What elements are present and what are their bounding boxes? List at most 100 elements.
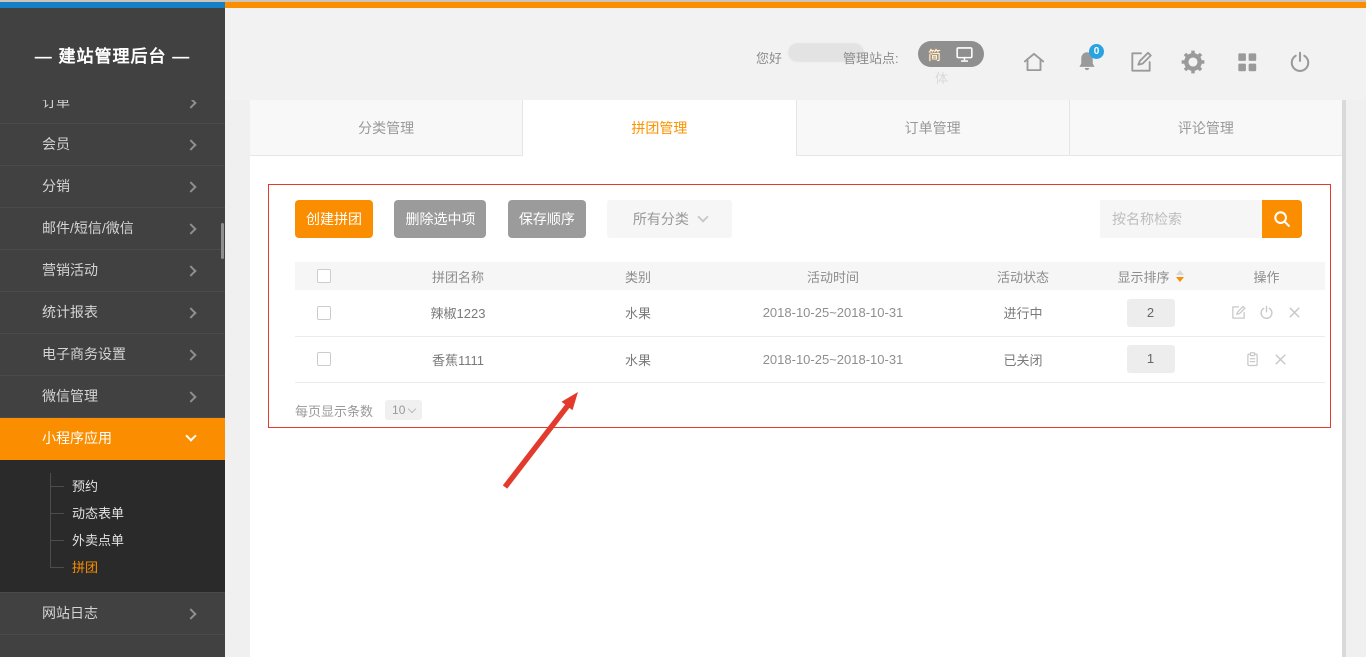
cell-name: 香蕉1111 [353,336,563,382]
delete-selected-button[interactable]: 删除选中项 [394,200,486,238]
search-icon [1271,208,1293,230]
chevron-right-icon [185,139,196,150]
submenu-item-group-buy[interactable]: 拼团 [0,554,225,581]
grid-icon [1234,49,1260,75]
chevron-right-icon [185,265,196,276]
category-filter-label: 所有分类 [633,209,689,229]
chevron-down-icon [185,430,196,441]
home-button[interactable] [1021,49,1047,75]
cell-time: 2018-10-25~2018-10-31 [713,336,953,382]
delete-row-icon[interactable] [1286,304,1303,321]
sidebar-submenu: 预约 动态表单 外卖点单 拼团 [0,460,225,593]
toolbar: 创建拼团 删除选中项 保存顺序 所有分类 [295,200,1302,238]
chevron-right-icon [185,223,196,234]
cell-category: 水果 [563,290,713,336]
col-header-name: 拼团名称 [353,262,563,290]
gear-icon [1180,49,1206,75]
sidebar-item-wechat-management[interactable]: 微信管理 [0,376,225,418]
managed-site-label: 管理站点: [843,48,899,67]
delete-row-icon[interactable] [1272,351,1289,368]
sidebar-item-label: 微信管理 [42,388,98,404]
row-checkbox[interactable] [317,352,331,366]
tab-review-management[interactable]: 评论管理 [1070,100,1342,156]
sidebar-item-ecommerce-settings[interactable]: 电子商务设置 [0,334,225,376]
tab-category-management[interactable]: 分类管理 [250,100,523,156]
search-button[interactable] [1262,200,1302,238]
sidebar-item-label: 营销活动 [42,262,98,278]
sidebar-item-site-logs[interactable]: 网站日志 [0,593,225,635]
language-switcher[interactable]: 简 [918,41,984,67]
page-size-label: 每页显示条数 [295,401,373,420]
sidebar-item-orders[interactable]: 订单 [0,100,225,124]
tab-bar: 分类管理 拼团管理 订单管理 评论管理 [250,100,1342,156]
col-header-actions: 操作 [1208,262,1325,290]
home-icon [1021,49,1047,75]
table-row: 香蕉1111 水果 2018-10-25~2018-10-31 已关闭 1 [295,336,1325,382]
chevron-down-icon [408,404,416,412]
sidebar-item-label: 分销 [42,178,70,194]
row-actions [1208,351,1325,368]
row-checkbox[interactable] [317,306,331,320]
groupbuy-table: 拼团名称 类别 活动时间 活动状态 显示排序 操作 辣椒12 [295,262,1325,383]
app-title: — 建站管理后台 — [0,8,225,100]
notifications-button[interactable]: 0 [1074,49,1100,75]
sidebar-item-label: 订单 [42,100,70,110]
sidebar-item-label: 邮件/短信/微信 [42,220,134,236]
notification-badge: 0 [1089,44,1104,59]
sidebar-scrollbar[interactable] [221,223,224,259]
chevron-right-icon [185,608,196,619]
sidebar-item-distribution[interactable]: 分销 [0,166,225,208]
pagination: 每页显示条数 10 [295,400,422,420]
cell-category: 水果 [563,336,713,382]
search-input[interactable] [1100,200,1262,238]
power-toggle-icon[interactable] [1258,304,1275,321]
apps-button[interactable] [1234,49,1260,75]
sidebar-item-statistics[interactable]: 统计报表 [0,292,225,334]
submenu-item-takeout-order[interactable]: 外卖点单 [0,527,225,554]
sidebar-nav: 订单 会员 分销 邮件/短信/微信 营销活动 统计报表 [0,100,225,657]
col-header-category: 类别 [563,262,713,290]
sidebar-item-label: 网站日志 [42,605,98,621]
table-row: 辣椒1223 水果 2018-10-25~2018-10-31 进行中 2 [295,290,1325,336]
cell-name: 辣椒1223 [353,290,563,336]
save-order-button[interactable]: 保存顺序 [508,200,586,238]
category-filter-dropdown[interactable]: 所有分类 [607,200,732,238]
edit-row-icon[interactable] [1230,304,1247,321]
submenu-item-dynamic-forms[interactable]: 动态表单 [0,500,225,527]
settings-button[interactable] [1180,49,1206,75]
chevron-right-icon [185,100,196,109]
create-groupbuy-button[interactable]: 创建拼团 [295,200,373,238]
page-size-select[interactable]: 10 [385,400,422,420]
page-size-value: 10 [392,403,405,417]
sidebar-item-mail-sms-wechat[interactable]: 邮件/短信/微信 [0,208,225,250]
greeting-text: 您好 [756,48,782,67]
clipboard-icon[interactable] [1244,351,1261,368]
language-label-overflow: 体 [935,68,948,87]
topbar: 您好 管理站点: 简 体 0 [225,8,1366,100]
search-bar [1100,200,1302,238]
logout-button[interactable] [1287,49,1313,75]
sidebar-item-marketing[interactable]: 营销活动 [0,250,225,292]
sort-arrows-icon [1176,270,1184,282]
col-header-time: 活动时间 [713,262,953,290]
sidebar-item-label: 小程序应用 [42,430,112,446]
sort-order-input[interactable]: 2 [1127,299,1175,327]
sort-order-input[interactable]: 1 [1127,345,1175,373]
language-label: 简 [928,45,941,64]
select-all-checkbox[interactable] [317,269,331,283]
col-header-status: 活动状态 [953,262,1093,290]
chevron-right-icon [185,181,196,192]
content-scrollbar-track[interactable] [1342,100,1346,657]
edit-button[interactable] [1128,49,1154,75]
tab-order-management[interactable]: 订单管理 [797,100,1070,156]
chevron-right-icon [185,349,196,360]
sidebar-item-miniprogram-apps[interactable]: 小程序应用 [0,418,225,460]
cell-status: 已关闭 [953,336,1093,382]
sidebar-item-members[interactable]: 会员 [0,124,225,166]
col-header-sort[interactable]: 显示排序 [1117,267,1183,286]
sidebar-item-label: 电子商务设置 [42,346,126,362]
tab-groupbuy-management[interactable]: 拼团管理 [523,100,796,156]
submenu-item-booking[interactable]: 预约 [0,473,225,500]
power-icon [1287,49,1313,75]
screen: — 建站管理后台 — 订单 会员 分销 邮件/短信/微信 营销活动 [0,0,1366,657]
